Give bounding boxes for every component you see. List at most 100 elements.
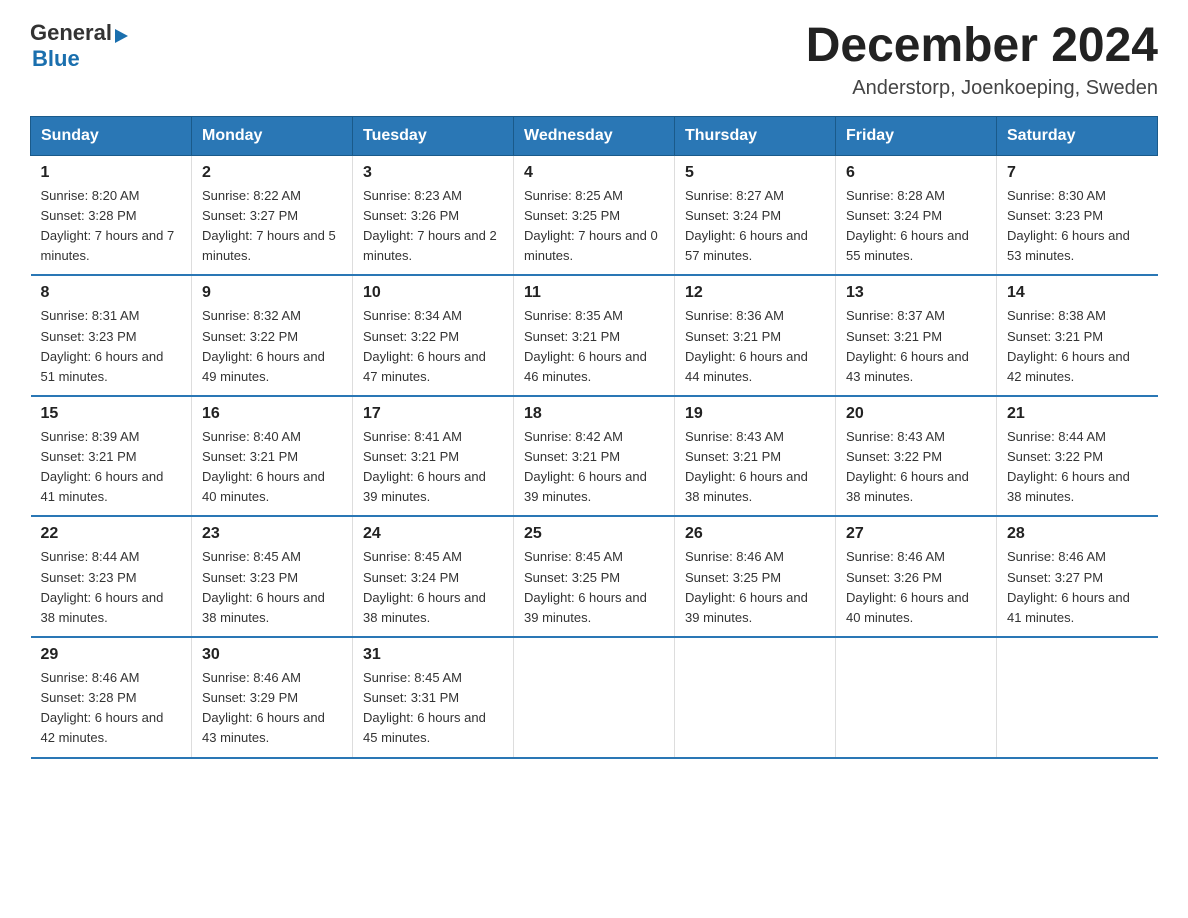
calendar-cell: 8Sunrise: 8:31 AMSunset: 3:23 PMDaylight… — [31, 275, 192, 396]
calendar-cell: 7Sunrise: 8:30 AMSunset: 3:23 PMDaylight… — [997, 155, 1158, 275]
day-info: Sunrise: 8:23 AMSunset: 3:26 PMDaylight:… — [363, 188, 497, 263]
day-number: 16 — [202, 405, 342, 423]
day-number: 15 — [41, 405, 182, 423]
calendar-cell: 30 Sunrise: 8:46 AMSunset: 3:29 PMDayligh… — [192, 637, 353, 758]
calendar-header-row: Sunday Monday Tuesday Wednesday Thursday… — [31, 116, 1158, 155]
day-number: 19 — [685, 405, 825, 423]
calendar-cell: 15 Sunrise: 8:39 AMSunset: 3:21 PMDayligh… — [31, 396, 192, 517]
day-info: Sunrise: 8:22 AMSunset: 3:27 PMDaylight:… — [202, 188, 336, 263]
day-info: Sunrise: 8:45 AMSunset: 3:25 PMDaylight:… — [524, 549, 647, 624]
day-number: 5 — [685, 164, 825, 182]
day-info: Sunrise: 8:36 AMSunset: 3:21 PMDaylight:… — [685, 308, 808, 383]
calendar-cell: 5 Sunrise: 8:27 AMSunset: 3:24 PMDaylight… — [675, 155, 836, 275]
day-info: Sunrise: 8:46 AMSunset: 3:29 PMDaylight:… — [202, 670, 325, 745]
col-friday: Friday — [836, 116, 997, 155]
calendar-cell — [514, 637, 675, 758]
day-info: Sunrise: 8:35 AMSunset: 3:21 PMDaylight:… — [524, 308, 647, 383]
day-info: Sunrise: 8:27 AMSunset: 3:24 PMDaylight:… — [685, 188, 808, 263]
day-info: Sunrise: 8:46 AMSunset: 3:28 PMDaylight:… — [41, 670, 164, 745]
logo-blue-text: Blue — [32, 46, 80, 71]
calendar-cell: 29 Sunrise: 8:46 AMSunset: 3:28 PMDayligh… — [31, 637, 192, 758]
day-number: 3 — [363, 164, 503, 182]
calendar-cell: 4 Sunrise: 8:25 AMSunset: 3:25 PMDaylight… — [514, 155, 675, 275]
col-saturday: Saturday — [997, 116, 1158, 155]
logo-general-text: General — [30, 20, 112, 46]
day-number: 9 — [202, 284, 342, 302]
calendar-week-row: 22 Sunrise: 8:44 AMSunset: 3:23 PMDayligh… — [31, 516, 1158, 637]
calendar-cell: 23 Sunrise: 8:45 AMSunset: 3:23 PMDayligh… — [192, 516, 353, 637]
day-number: 17 — [363, 405, 503, 423]
calendar-cell: 24 Sunrise: 8:45 AMSunset: 3:24 PMDayligh… — [353, 516, 514, 637]
day-info: Sunrise: 8:44 AMSunset: 3:23 PMDaylight:… — [41, 549, 164, 624]
logo: General Blue — [30, 20, 128, 72]
calendar-week-row: 1 Sunrise: 8:20 AMSunset: 3:28 PMDaylight… — [31, 155, 1158, 275]
calendar-cell: 14 Sunrise: 8:38 AMSunset: 3:21 PMDayligh… — [997, 275, 1158, 396]
col-tuesday: Tuesday — [353, 116, 514, 155]
day-number: 22 — [41, 525, 182, 543]
day-number: 21 — [1007, 405, 1148, 423]
calendar-cell: 6 Sunrise: 8:28 AMSunset: 3:24 PMDaylight… — [836, 155, 997, 275]
day-info: Sunrise: 8:42 AMSunset: 3:21 PMDaylight:… — [524, 429, 647, 504]
day-info: Sunrise: 8:45 AMSunset: 3:24 PMDaylight:… — [363, 549, 486, 624]
day-info: Sunrise: 8:46 AMSunset: 3:27 PMDaylight:… — [1007, 549, 1130, 624]
title-area: December 2024 Anderstorp, Joenkoeping, S… — [806, 20, 1158, 100]
calendar-week-row: 8Sunrise: 8:31 AMSunset: 3:23 PMDaylight… — [31, 275, 1158, 396]
day-number: 29 — [41, 646, 182, 664]
day-number: 8 — [41, 284, 182, 302]
day-info: Sunrise: 8:20 AMSunset: 3:28 PMDaylight:… — [41, 188, 175, 263]
day-info: Sunrise: 8:40 AMSunset: 3:21 PMDaylight:… — [202, 429, 325, 504]
day-info: Sunrise: 8:46 AMSunset: 3:25 PMDaylight:… — [685, 549, 808, 624]
day-info: Sunrise: 8:43 AMSunset: 3:21 PMDaylight:… — [685, 429, 808, 504]
calendar-cell: 10Sunrise: 8:34 AMSunset: 3:22 PMDayligh… — [353, 275, 514, 396]
calendar-cell — [836, 637, 997, 758]
day-number: 23 — [202, 525, 342, 543]
day-number: 1 — [41, 164, 182, 182]
calendar-table: Sunday Monday Tuesday Wednesday Thursday… — [30, 116, 1158, 759]
day-number: 6 — [846, 164, 986, 182]
calendar-cell: 18 Sunrise: 8:42 AMSunset: 3:21 PMDayligh… — [514, 396, 675, 517]
calendar-cell: 20Sunrise: 8:43 AMSunset: 3:22 PMDayligh… — [836, 396, 997, 517]
day-number: 7 — [1007, 164, 1148, 182]
day-info: Sunrise: 8:38 AMSunset: 3:21 PMDaylight:… — [1007, 308, 1130, 383]
logo-arrow-icon — [115, 29, 128, 43]
month-title: December 2024 — [806, 20, 1158, 73]
day-number: 31 — [363, 646, 503, 664]
day-info: Sunrise: 8:39 AMSunset: 3:21 PMDaylight:… — [41, 429, 164, 504]
day-number: 28 — [1007, 525, 1148, 543]
day-number: 12 — [685, 284, 825, 302]
day-number: 18 — [524, 405, 664, 423]
day-info: Sunrise: 8:28 AMSunset: 3:24 PMDaylight:… — [846, 188, 969, 263]
calendar-cell: 12 Sunrise: 8:36 AMSunset: 3:21 PMDayligh… — [675, 275, 836, 396]
col-wednesday: Wednesday — [514, 116, 675, 155]
calendar-cell — [675, 637, 836, 758]
calendar-cell: 13Sunrise: 8:37 AMSunset: 3:21 PMDayligh… — [836, 275, 997, 396]
calendar-cell: 11Sunrise: 8:35 AMSunset: 3:21 PMDayligh… — [514, 275, 675, 396]
col-thursday: Thursday — [675, 116, 836, 155]
calendar-cell: 25 Sunrise: 8:45 AMSunset: 3:25 PMDayligh… — [514, 516, 675, 637]
day-number: 25 — [524, 525, 664, 543]
day-number: 30 — [202, 646, 342, 664]
calendar-week-row: 15 Sunrise: 8:39 AMSunset: 3:21 PMDayligh… — [31, 396, 1158, 517]
calendar-cell: 21Sunrise: 8:44 AMSunset: 3:22 PMDayligh… — [997, 396, 1158, 517]
day-info: Sunrise: 8:34 AMSunset: 3:22 PMDaylight:… — [363, 308, 486, 383]
calendar-cell: 28 Sunrise: 8:46 AMSunset: 3:27 PMDayligh… — [997, 516, 1158, 637]
calendar-cell: 22 Sunrise: 8:44 AMSunset: 3:23 PMDayligh… — [31, 516, 192, 637]
calendar-cell: 31 Sunrise: 8:45 AMSunset: 3:31 PMDayligh… — [353, 637, 514, 758]
calendar-cell: 26Sunrise: 8:46 AMSunset: 3:25 PMDayligh… — [675, 516, 836, 637]
calendar-cell: 19 Sunrise: 8:43 AMSunset: 3:21 PMDayligh… — [675, 396, 836, 517]
day-number: 24 — [363, 525, 503, 543]
calendar-cell: 1 Sunrise: 8:20 AMSunset: 3:28 PMDaylight… — [31, 155, 192, 275]
day-info: Sunrise: 8:45 AMSunset: 3:23 PMDaylight:… — [202, 549, 325, 624]
col-monday: Monday — [192, 116, 353, 155]
day-info: Sunrise: 8:45 AMSunset: 3:31 PMDaylight:… — [363, 670, 486, 745]
calendar-cell: 27Sunrise: 8:46 AMSunset: 3:26 PMDayligh… — [836, 516, 997, 637]
day-info: Sunrise: 8:41 AMSunset: 3:21 PMDaylight:… — [363, 429, 486, 504]
calendar-cell: 2Sunrise: 8:22 AMSunset: 3:27 PMDaylight… — [192, 155, 353, 275]
col-sunday: Sunday — [31, 116, 192, 155]
calendar-cell: 3 Sunrise: 8:23 AMSunset: 3:26 PMDaylight… — [353, 155, 514, 275]
day-number: 14 — [1007, 284, 1148, 302]
day-number: 13 — [846, 284, 986, 302]
day-info: Sunrise: 8:46 AMSunset: 3:26 PMDaylight:… — [846, 549, 969, 624]
day-number: 4 — [524, 164, 664, 182]
day-info: Sunrise: 8:25 AMSunset: 3:25 PMDaylight:… — [524, 188, 658, 263]
